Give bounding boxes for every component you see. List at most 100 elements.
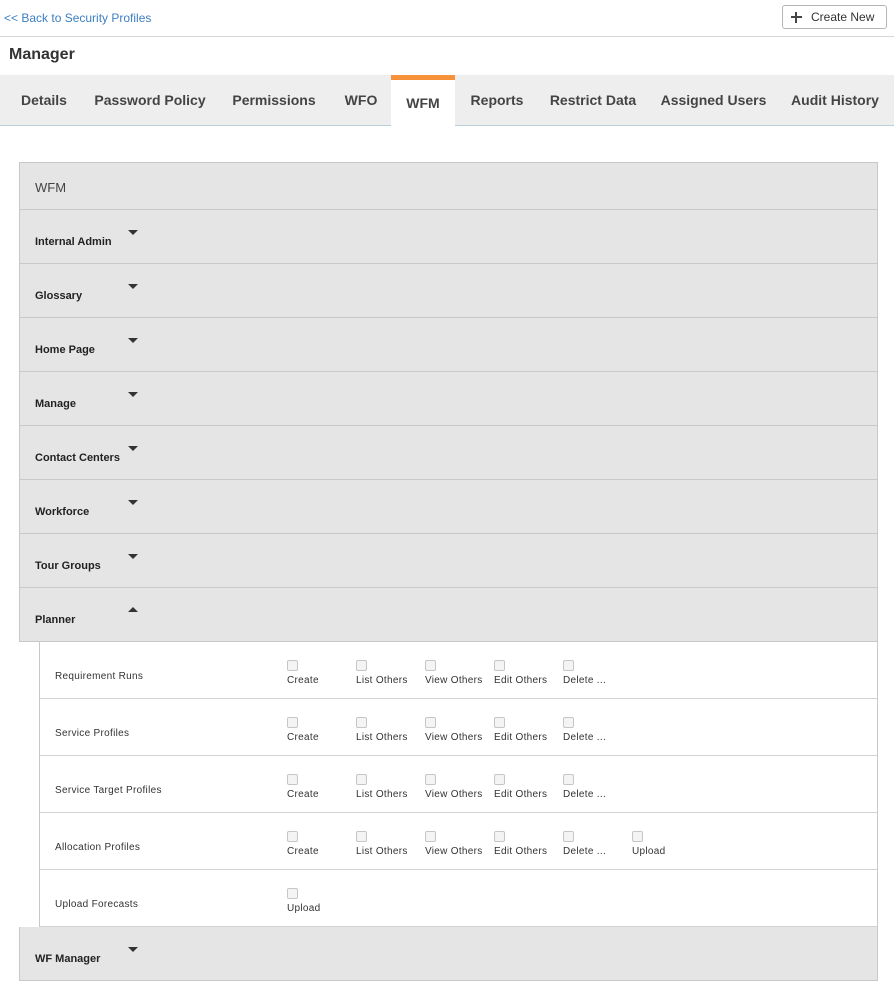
permission-label: List Others [356, 789, 408, 800]
permission-row-label: Upload Forecasts [55, 899, 139, 910]
page-title: Manager [9, 46, 75, 63]
caret-down-icon[interactable] [128, 230, 138, 235]
caret-down-icon[interactable] [128, 392, 138, 397]
permission-label: Create [287, 732, 319, 743]
permission-checkbox[interactable] [563, 660, 574, 671]
section-wf-manager[interactable]: WF Manager [19, 927, 878, 981]
permission-label: Upload [632, 846, 666, 857]
permission-edit-others[interactable]: Edit Others [490, 717, 570, 747]
caret-down-icon[interactable] [128, 284, 138, 289]
plus-icon [791, 11, 802, 23]
permission-row-requirement-runs: Requirement Runs Create List Others View Ot… [40, 642, 877, 699]
permission-create[interactable]: Create [283, 717, 363, 747]
permission-row-service-target-profiles: Service Target Profiles Create List Others… [40, 756, 877, 813]
permission-label: Create [287, 675, 319, 686]
section-label: Workforce [35, 506, 90, 518]
tab-wfm[interactable]: WFM [391, 75, 455, 126]
permission-checkbox[interactable] [287, 660, 298, 671]
create-new-label: Create New [811, 10, 875, 24]
permission-checkbox[interactable] [563, 831, 574, 842]
section-workforce[interactable]: Workforce [19, 480, 878, 534]
permission-checkbox[interactable] [494, 774, 505, 785]
permission-label: Edit Others [494, 675, 548, 686]
permission-checkbox[interactable] [494, 717, 505, 728]
back-to-security-profiles-link[interactable]: << Back to Security Profiles [4, 11, 151, 25]
tab-password-policy[interactable]: Password Policy [88, 75, 212, 125]
planner-permissions: Requirement Runs Create List Others View Ot… [39, 642, 878, 927]
permission-checkbox[interactable] [494, 660, 505, 671]
tab-reports[interactable]: Reports [463, 75, 531, 125]
permission-edit-others[interactable]: Edit Others [490, 774, 570, 804]
permission-checkbox[interactable] [287, 888, 298, 899]
permission-checkbox[interactable] [563, 774, 574, 785]
permission-label: View Others [425, 789, 483, 800]
section-internal-admin[interactable]: Internal Admin [19, 210, 878, 264]
permission-label: View Others [425, 732, 483, 743]
permission-view-others[interactable]: View Others [421, 717, 501, 747]
tab-wfo[interactable]: WFO [336, 75, 386, 125]
permission-view-others[interactable]: View Others [421, 660, 501, 690]
permission-checkbox[interactable] [356, 831, 367, 842]
permission-checkbox[interactable] [425, 717, 436, 728]
permission-create[interactable]: Create [283, 774, 363, 804]
caret-up-icon[interactable] [128, 607, 138, 612]
permission-label: Edit Others [494, 846, 548, 857]
section-manage[interactable]: Manage [19, 372, 878, 426]
permission-checkbox[interactable] [563, 717, 574, 728]
permission-checkbox[interactable] [287, 831, 298, 842]
section-label: Internal Admin [35, 236, 112, 248]
section-home-page[interactable]: Home Page [19, 318, 878, 372]
permission-edit-others[interactable]: Edit Others [490, 660, 570, 690]
permission-label: View Others [425, 846, 483, 857]
permission-label: Delete ... [563, 789, 607, 800]
section-planner[interactable]: Planner [19, 588, 878, 642]
permission-upload[interactable]: Upload [283, 888, 363, 918]
permission-label: Create [287, 846, 319, 857]
permission-label: Delete ... [563, 675, 607, 686]
permission-delete[interactable]: Delete ... [559, 831, 639, 861]
permission-list-others[interactable]: List Others [352, 717, 432, 747]
permission-checkbox[interactable] [425, 660, 436, 671]
permission-delete[interactable]: Delete ... [559, 717, 639, 747]
permission-list-others[interactable]: List Others [352, 774, 432, 804]
permission-checkbox[interactable] [356, 660, 367, 671]
permission-checkbox[interactable] [356, 717, 367, 728]
tab-permissions[interactable]: Permissions [225, 75, 323, 125]
permission-view-others[interactable]: View Others [421, 831, 501, 861]
permission-delete[interactable]: Delete ... [559, 774, 639, 804]
permission-checkbox[interactable] [425, 774, 436, 785]
tab-bar: Details Password Policy Permissions WFO … [0, 75, 894, 126]
permission-checkbox[interactable] [494, 831, 505, 842]
section-tour-groups[interactable]: Tour Groups [19, 534, 878, 588]
permission-list-others[interactable]: List Others [352, 660, 432, 690]
caret-down-icon[interactable] [128, 500, 138, 505]
section-label: Tour Groups [35, 560, 101, 572]
permission-label: List Others [356, 675, 408, 686]
section-glossary[interactable]: Glossary [19, 264, 878, 318]
tab-assigned-users[interactable]: Assigned Users [655, 75, 772, 125]
permission-checkbox[interactable] [632, 831, 643, 842]
section-contact-centers[interactable]: Contact Centers [19, 426, 878, 480]
permission-upload[interactable]: Upload [628, 831, 708, 861]
permission-list-others[interactable]: List Others [352, 831, 432, 861]
permission-checkbox[interactable] [425, 831, 436, 842]
tab-audit-history[interactable]: Audit History [785, 75, 885, 125]
permission-row-upload-forecasts: Upload Forecasts Upload [40, 870, 877, 927]
permission-view-others[interactable]: View Others [421, 774, 501, 804]
tab-details[interactable]: Details [9, 75, 79, 125]
permission-checkbox[interactable] [287, 717, 298, 728]
permission-create[interactable]: Create [283, 831, 363, 861]
create-new-button[interactable]: Create New [782, 5, 887, 29]
caret-down-icon[interactable] [128, 947, 138, 952]
permission-checkbox[interactable] [356, 774, 367, 785]
permission-label: View Others [425, 675, 483, 686]
permission-create[interactable]: Create [283, 660, 363, 690]
caret-down-icon[interactable] [128, 446, 138, 451]
caret-down-icon[interactable] [128, 554, 138, 559]
section-label: Glossary [35, 290, 83, 302]
permission-edit-others[interactable]: Edit Others [490, 831, 570, 861]
permission-checkbox[interactable] [287, 774, 298, 785]
permission-delete[interactable]: Delete ... [559, 660, 639, 690]
caret-down-icon[interactable] [128, 338, 138, 343]
tab-restrict-data[interactable]: Restrict Data [544, 75, 642, 125]
